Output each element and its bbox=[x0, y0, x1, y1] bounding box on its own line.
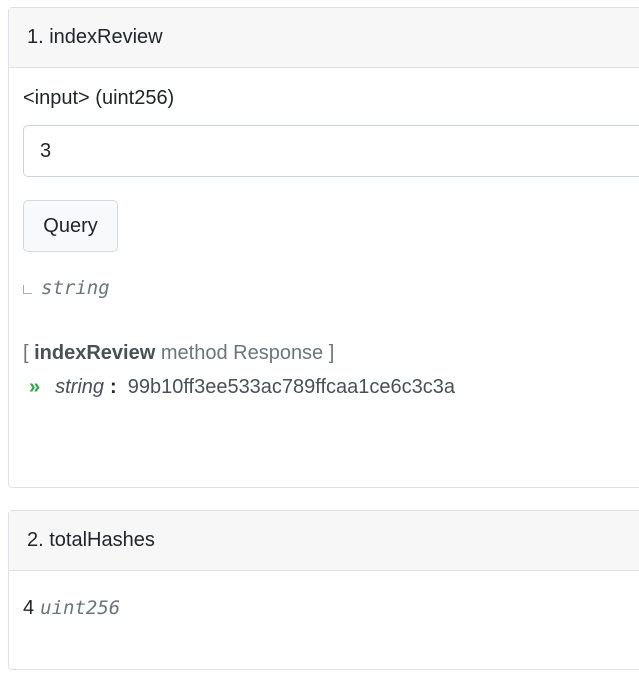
return-corner-icon bbox=[23, 284, 32, 294]
response-method-name: indexReview bbox=[34, 342, 156, 364]
uint256-input[interactable] bbox=[23, 125, 639, 177]
method-header-index-review[interactable]: 1. indexReview bbox=[9, 8, 639, 68]
response-colon: : bbox=[110, 376, 117, 398]
total-hashes-type: uint256 bbox=[40, 597, 121, 619]
double-chevron-right-icon: » bbox=[29, 376, 40, 398]
response-open-bracket: [ bbox=[23, 342, 29, 364]
method-title: 2. totalHashes bbox=[27, 529, 155, 551]
total-hashes-value: 4 bbox=[23, 597, 35, 619]
output-type: string bbox=[41, 277, 110, 299]
output-type-row: string bbox=[23, 277, 110, 299]
response-suffix: method Response ] bbox=[160, 342, 335, 364]
method-card-total-hashes: 2. totalHashes bbox=[8, 510, 639, 670]
query-button[interactable]: Query bbox=[23, 200, 118, 252]
response-header: [ indexReview method Response ] bbox=[23, 342, 334, 365]
response-row: » string : 99b10ff3ee533ac789ffcaa1ce6c3… bbox=[29, 376, 455, 399]
method-title: 1. indexReview bbox=[27, 26, 163, 48]
method-header-total-hashes[interactable]: 2. totalHashes bbox=[9, 511, 639, 571]
response-type: string bbox=[55, 376, 105, 398]
total-hashes-value-row: 4 uint256 bbox=[23, 597, 120, 620]
response-value: 99b10ff3ee533ac789ffcaa1ce6c3c3a bbox=[127, 376, 456, 398]
input-label: <input> (uint256) bbox=[23, 87, 175, 109]
